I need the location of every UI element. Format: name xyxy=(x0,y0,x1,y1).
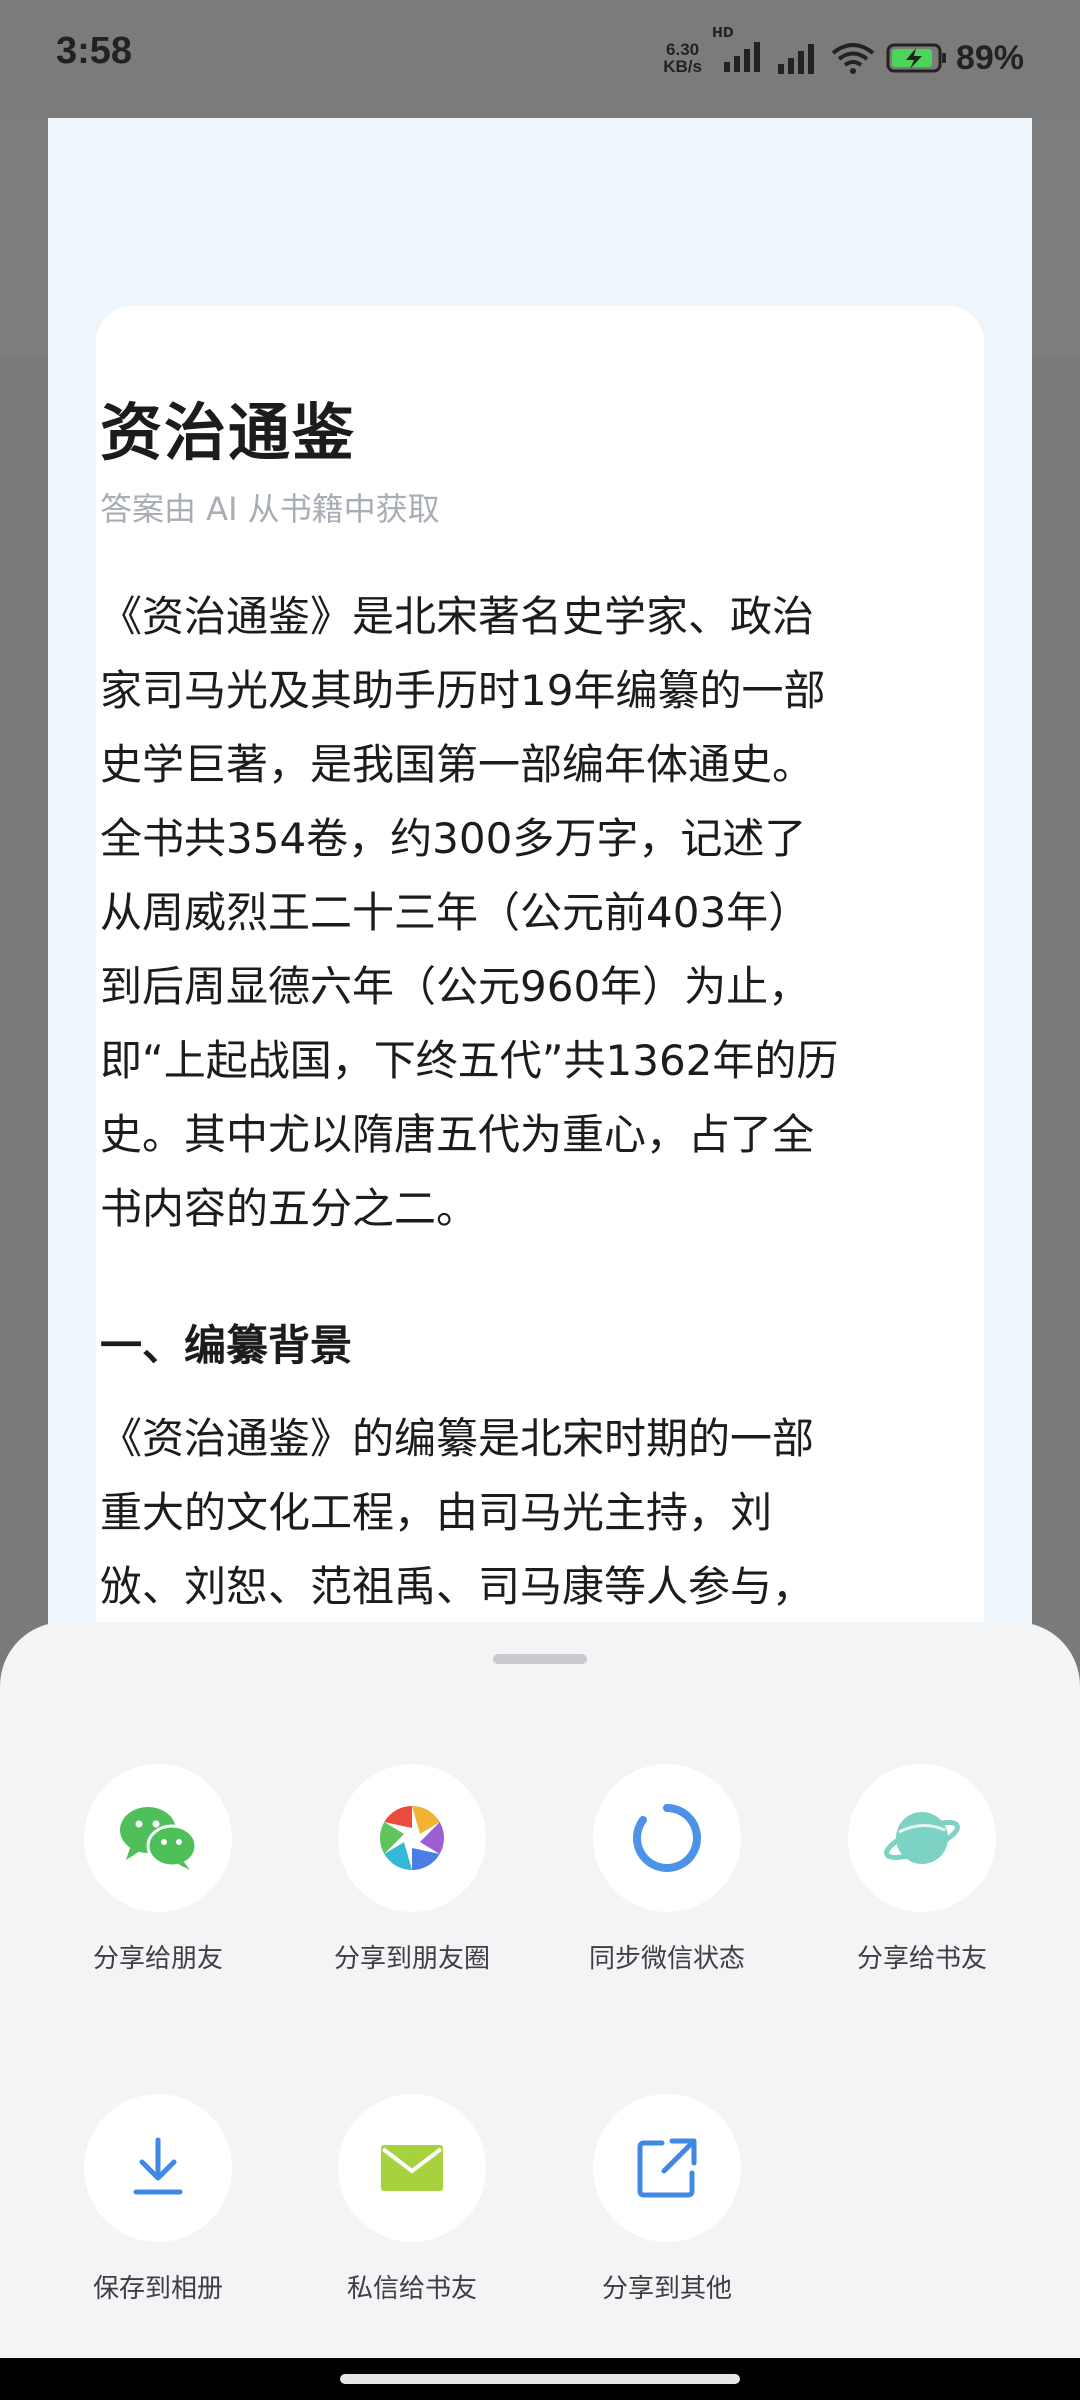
share-icon-circle xyxy=(593,1764,741,1912)
article-line: 全书共354卷，约300多万字，记述了 xyxy=(100,814,807,863)
status-icons: 6.30 KB/s HD 89% xyxy=(663,26,1024,80)
article-line: 攽、刘恕、范祖禹、司马康等人参与， xyxy=(100,1562,815,1611)
moments-aperture-icon xyxy=(380,1806,444,1870)
wifi-icon xyxy=(831,43,875,74)
share-label: 分享给朋友 xyxy=(92,1944,223,1974)
navigation-bar xyxy=(0,2358,1080,2400)
save-to-album-button[interactable]: 保存到相册 xyxy=(48,2094,268,2305)
article-title: 资治通鉴 xyxy=(100,396,357,469)
article-intro: 《资治通鉴》是北宋著名史学家、政治 家司马光及其助手历时19年编纂的一部 史学巨… xyxy=(100,580,920,1246)
external-share-icon xyxy=(637,2138,697,2198)
section-heading: 一、编纂背景 xyxy=(100,1321,353,1370)
article-line: 《资治通鉴》是北宋著名史学家、政治 xyxy=(100,592,815,641)
share-sheet: 分享给朋友 分享到朋友圈 同步微信状态 分享给书友 保存到相册 私信给书友 分享… xyxy=(0,1622,1080,2358)
share-label: 同步微信状态 xyxy=(588,1944,745,1974)
network-speed: 6.30 KB/s xyxy=(663,41,702,75)
sheet-drag-handle[interactable] xyxy=(493,1654,587,1664)
share-to-other-button[interactable]: 分享到其他 xyxy=(557,2094,777,2305)
share-icon-circle xyxy=(84,2094,232,2242)
status-ring-icon xyxy=(633,1804,701,1872)
download-icon xyxy=(133,2137,183,2195)
status-time: 3:58 xyxy=(56,30,133,72)
share-icon-circle xyxy=(338,1764,486,1912)
share-icon-circle xyxy=(593,2094,741,2242)
article-line: 史。其中尤以隋唐五代为重心，占了全 xyxy=(100,1110,815,1159)
wechat-icon xyxy=(120,1807,198,1870)
share-to-friend-button[interactable]: 分享给朋友 xyxy=(48,1764,268,1975)
planet-icon xyxy=(884,1812,960,1864)
signal-bars-icon xyxy=(723,42,760,72)
mail-icon xyxy=(381,2145,443,2191)
battery-charging-icon xyxy=(886,43,946,73)
article-line: 家司马光及其助手历时19年编纂的一部 xyxy=(100,666,826,715)
share-icon-circle xyxy=(338,2094,486,2242)
share-label: 保存到相册 xyxy=(92,2274,223,2304)
article-line: 书内容的五分之二。 xyxy=(100,1184,479,1233)
message-book-friend-button[interactable]: 私信给书友 xyxy=(302,2094,522,2305)
sync-wechat-status-button[interactable]: 同步微信状态 xyxy=(557,1764,777,1975)
share-to-book-friend-button[interactable]: 分享给书友 xyxy=(812,1764,1032,1975)
article-line: 即“上起战国，下终五代”共1362年的历 xyxy=(100,1036,839,1085)
share-label: 分享给书友 xyxy=(856,1944,987,1974)
network-badge: HD xyxy=(711,26,734,41)
article-line: 《资治通鉴》的编纂是北宋时期的一部 xyxy=(100,1414,815,1463)
share-label: 分享到朋友圈 xyxy=(333,1944,490,1974)
network-speed-value: 6.30 xyxy=(666,40,700,59)
home-indicator[interactable] xyxy=(340,2374,740,2384)
signal-bars-icon xyxy=(777,44,814,74)
status-bar: 3:58 6.30 KB/s HD 89% xyxy=(0,0,1080,118)
article-line: 史学巨著，是我国第一部编年体通史。 xyxy=(100,740,815,789)
share-label: 分享到其他 xyxy=(601,2274,732,2304)
section-body: 《资治通鉴》的编纂是北宋时期的一部 重大的文化工程，由司马光主持，刘 攽、刘恕、… xyxy=(100,1402,920,1612)
article-source-note: 答案由 AI 从书籍中获取 xyxy=(100,490,440,528)
share-icon-circle xyxy=(848,1764,996,1912)
share-icon-circle xyxy=(84,1764,232,1912)
article-line: 从周威烈王二十三年（公元前403年） xyxy=(100,888,811,937)
network-speed-unit: KB/s xyxy=(663,57,702,76)
article-line: 到后周显德六年（公元960年）为止， xyxy=(100,962,811,1011)
share-label: 私信给书友 xyxy=(346,2274,477,2304)
battery-percent: 89% xyxy=(955,38,1024,77)
article-line: 重大的文化工程，由司马光主持，刘 xyxy=(100,1488,773,1537)
share-to-moments-button[interactable]: 分享到朋友圈 xyxy=(302,1764,522,1975)
